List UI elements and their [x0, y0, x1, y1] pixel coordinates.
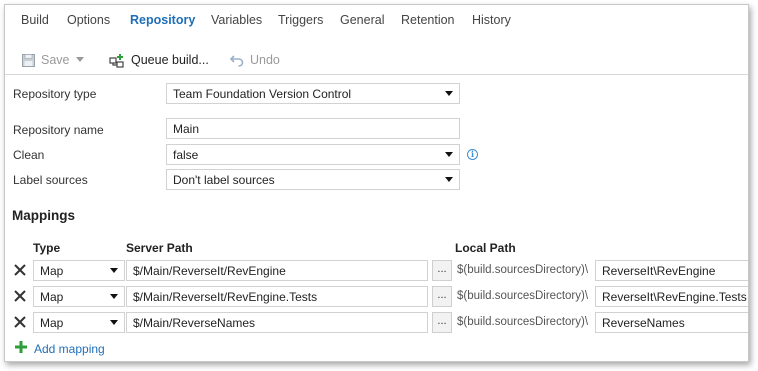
- server-path-value: $/Main/ReverseIt/RevEngine: [133, 264, 286, 278]
- local-path-input[interactable]: ReverseIt\RevEngine.Tests: [595, 286, 748, 307]
- local-path-value: ReverseIt\RevEngine: [602, 264, 716, 278]
- local-path-input[interactable]: ReverseIt\RevEngine: [595, 260, 748, 281]
- browse-button[interactable]: ...: [432, 260, 452, 281]
- info-icon[interactable]: i: [467, 149, 478, 160]
- local-path-value: ReverseIt\RevEngine.Tests: [602, 290, 747, 304]
- chevron-down-icon: [110, 320, 118, 325]
- tab-retention[interactable]: Retention: [401, 13, 455, 27]
- chevron-down-icon: [445, 152, 453, 157]
- repository-type-label: Repository type: [13, 87, 97, 101]
- queue-build-label: Queue build...: [131, 53, 209, 67]
- tab-triggers[interactable]: Triggers: [278, 13, 323, 27]
- clean-label: Clean: [13, 148, 45, 162]
- queue-build-icon: [109, 53, 125, 68]
- label-sources-select[interactable]: Don't label sources: [166, 169, 460, 190]
- clean-value: false: [173, 148, 199, 162]
- tab-repository[interactable]: Repository: [130, 13, 195, 27]
- queue-build-button[interactable]: Queue build...: [109, 50, 209, 70]
- server-path-value: $/Main/ReverseIt/RevEngine.Tests: [133, 290, 318, 304]
- local-path-value: ReverseNames: [602, 316, 685, 330]
- chevron-down-icon: [75, 57, 84, 63]
- tab-history[interactable]: History: [472, 13, 511, 27]
- mapping-type-value: Map: [40, 316, 64, 330]
- local-path-prefix: $(build.sourcesDirectory)\: [457, 264, 589, 276]
- server-path-input[interactable]: $/Main/ReverseNames: [126, 312, 428, 333]
- column-header-local-path: Local Path: [455, 241, 516, 255]
- repository-name-label: Repository name: [13, 123, 104, 137]
- mappings-title: Mappings: [12, 208, 75, 223]
- save-label: Save: [41, 53, 70, 67]
- tab-options[interactable]: Options: [67, 13, 110, 27]
- label-sources-label: Label sources: [13, 173, 88, 187]
- mapping-type-select[interactable]: Map: [33, 312, 125, 333]
- mapping-type-value: Map: [40, 264, 64, 278]
- tab-build[interactable]: Build: [21, 13, 49, 27]
- column-header-type: Type: [33, 241, 61, 255]
- server-path-value: $/Main/ReverseNames: [133, 316, 256, 330]
- chevron-down-icon: [445, 91, 453, 96]
- mapping-type-select[interactable]: Map: [33, 286, 125, 307]
- remove-mapping-icon[interactable]: [13, 289, 27, 303]
- server-path-input[interactable]: $/Main/ReverseIt/RevEngine.Tests: [126, 286, 428, 307]
- chevron-down-icon: [110, 294, 118, 299]
- repository-name-value: Main: [173, 122, 200, 136]
- browse-button[interactable]: ...: [432, 286, 452, 307]
- browse-button[interactable]: ...: [432, 312, 452, 333]
- label-sources-value: Don't label sources: [173, 173, 275, 187]
- build-definition-panel: Build Options Repository Variables Trigg…: [4, 4, 749, 362]
- add-mapping-label: Add mapping: [34, 341, 105, 356]
- repository-type-select[interactable]: Team Foundation Version Control: [166, 83, 460, 104]
- repository-type-value: Team Foundation Version Control: [173, 87, 352, 101]
- repository-name-input[interactable]: Main: [166, 118, 460, 139]
- column-header-server-path: Server Path: [126, 241, 193, 255]
- undo-button[interactable]: Undo: [230, 50, 280, 70]
- chevron-down-icon: [445, 177, 453, 182]
- tab-variables[interactable]: Variables: [211, 13, 262, 27]
- server-path-input[interactable]: $/Main/ReverseIt/RevEngine: [126, 260, 428, 281]
- local-path-prefix: $(build.sourcesDirectory)\: [457, 290, 589, 302]
- local-path-input[interactable]: ReverseNames: [595, 312, 748, 333]
- undo-arrow-icon: [230, 54, 244, 67]
- tab-bar: Build Options Repository Variables Trigg…: [5, 5, 748, 37]
- save-button[interactable]: Save: [22, 50, 84, 70]
- chevron-down-icon: [110, 268, 118, 273]
- plus-icon: [14, 340, 28, 357]
- mapping-type-select[interactable]: Map: [33, 260, 125, 281]
- clean-select[interactable]: false: [166, 144, 460, 165]
- local-path-prefix: $(build.sourcesDirectory)\: [457, 316, 589, 328]
- undo-label: Undo: [250, 53, 280, 67]
- mapping-type-value: Map: [40, 290, 64, 304]
- tab-general[interactable]: General: [340, 13, 384, 27]
- toolbar: Save Queue build... Undo: [5, 43, 748, 75]
- remove-mapping-icon[interactable]: [13, 315, 27, 329]
- remove-mapping-icon[interactable]: [13, 263, 27, 277]
- add-mapping-link[interactable]: Add mapping: [14, 340, 105, 357]
- floppy-disk-icon: [22, 53, 35, 67]
